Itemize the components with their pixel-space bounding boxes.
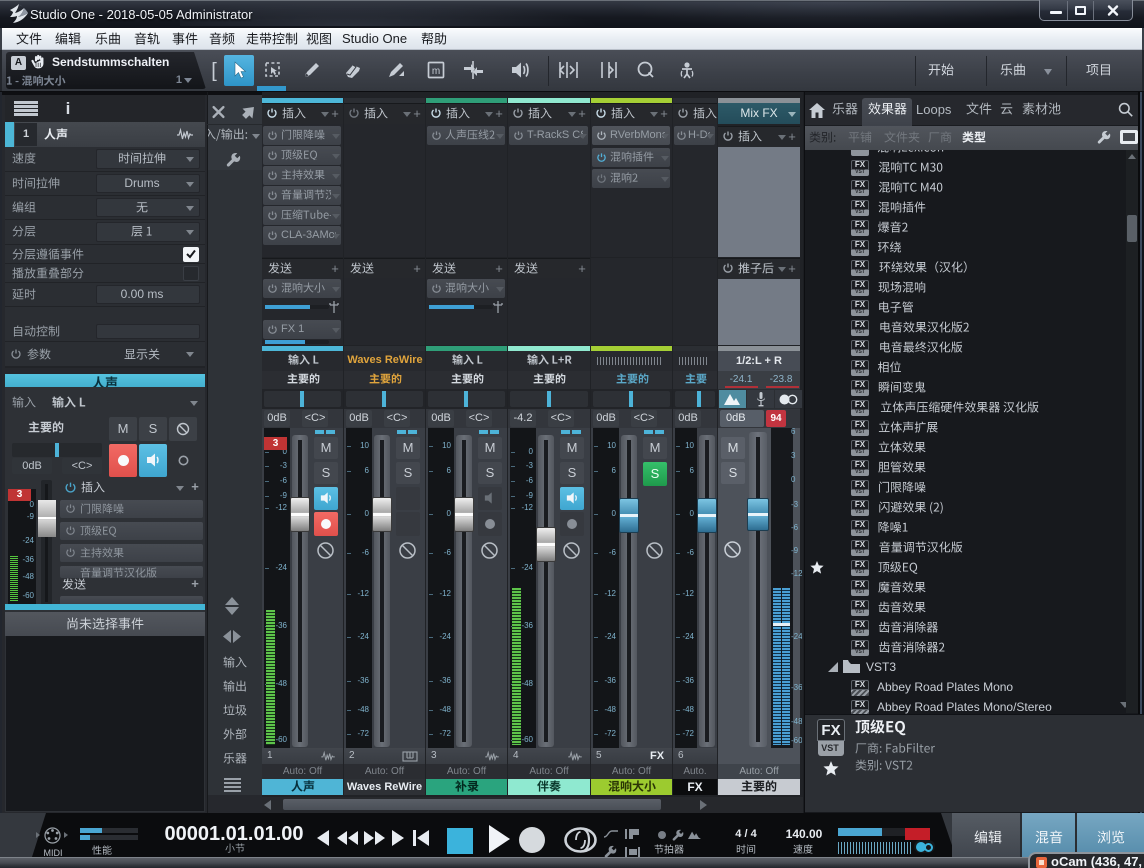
svg-text:m: m (432, 66, 440, 77)
